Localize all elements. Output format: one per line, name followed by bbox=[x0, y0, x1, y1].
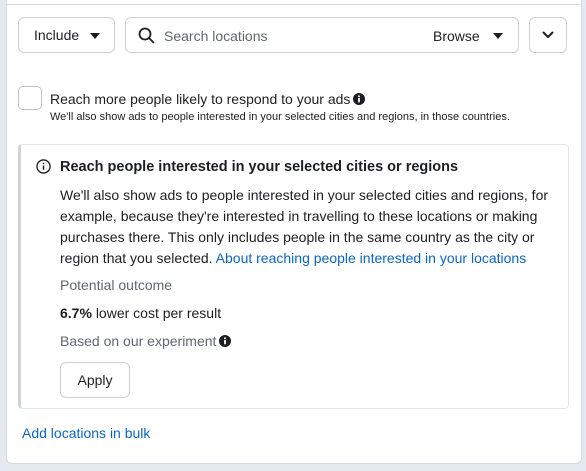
add-locations-bulk-link[interactable]: Add locations in bulk bbox=[22, 425, 150, 441]
info-card-body: We'll also show ads to people interested… bbox=[60, 187, 549, 266]
experiment-info-icon[interactable] bbox=[219, 335, 232, 347]
experiment-note: Based on our experiment bbox=[60, 333, 232, 349]
chevron-down-icon bbox=[542, 31, 554, 38]
info-card: Reach people interested in your selected… bbox=[18, 144, 569, 409]
location-search-box[interactable]: Browse bbox=[125, 17, 519, 53]
expand-button[interactable] bbox=[529, 17, 567, 53]
reach-more-label: Reach more people likely to respond to y… bbox=[50, 91, 366, 107]
top-divider bbox=[7, 4, 581, 5]
search-input[interactable] bbox=[162, 24, 416, 48]
about-reaching-link[interactable]: About reaching people interested in your… bbox=[216, 250, 527, 266]
include-dropdown[interactable]: Include bbox=[18, 17, 115, 53]
potential-outcome-label: Potential outcome bbox=[60, 277, 173, 293]
info-icon[interactable] bbox=[353, 93, 366, 105]
potential-outcome-value: 6.7% lower cost per result bbox=[60, 305, 222, 321]
caret-down-icon bbox=[90, 33, 100, 39]
reach-more-checkbox[interactable] bbox=[18, 86, 42, 110]
browse-caret-icon[interactable] bbox=[493, 33, 503, 39]
info-card-title: Reach people interested in your selected… bbox=[60, 159, 459, 175]
include-label: Include bbox=[34, 27, 80, 43]
location-panel: Include Browse Reach more people likely … bbox=[6, 0, 582, 464]
browse-button[interactable]: Browse bbox=[433, 28, 480, 44]
reach-more-description: We'll also show ads to people interested… bbox=[50, 111, 510, 123]
apply-button[interactable]: Apply bbox=[60, 362, 130, 398]
info-outline-icon bbox=[36, 159, 51, 174]
search-icon bbox=[138, 27, 155, 44]
